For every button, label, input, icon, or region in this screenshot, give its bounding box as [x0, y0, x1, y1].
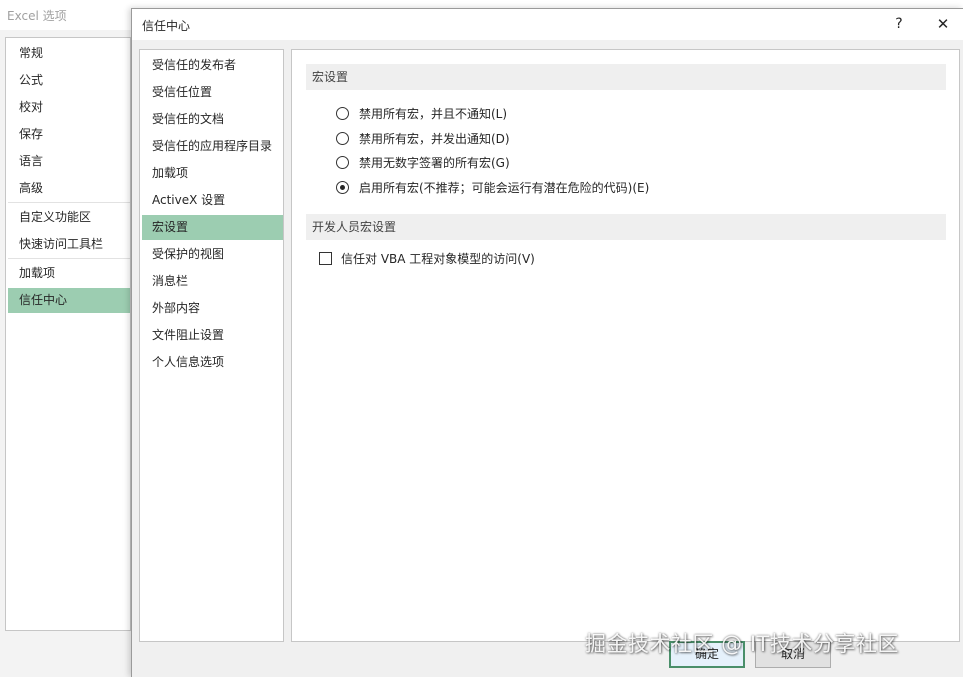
nav-item-file-block-settings[interactable]: 文件阻止设置: [142, 323, 283, 348]
radio-label: 禁用所有宏，并且不通知(L): [359, 106, 508, 121]
trust-vba-access-checkbox[interactable]: [319, 251, 332, 265]
sidebar-item-advanced[interactable]: 高级: [8, 176, 130, 201]
trust-vba-access-option[interactable]: 信任对 VBA 工程对象模型的访问(V): [319, 248, 535, 268]
excel-options-sidebar: 常规 公式 校对 保存 语言 高级 自定义功能区 快速访问工具栏 加载项 信任中…: [5, 37, 131, 631]
nav-item-trusted-publishers[interactable]: 受信任的发布者: [142, 53, 283, 78]
sidebar-item-proofing[interactable]: 校对: [8, 95, 130, 120]
trust-center-nav: 受信任的发布者 受信任位置 受信任的文档 受信任的应用程序目录 加载项 Acti…: [139, 49, 284, 642]
nav-item-activex-settings[interactable]: ActiveX 设置: [142, 188, 283, 213]
nav-item-trusted-app-catalogs[interactable]: 受信任的应用程序目录: [142, 134, 283, 159]
trust-center-dialog: 信任中心 ? ✕ 受信任的发布者 受信任位置 受信任的文档 受信任的应用程序目录…: [131, 8, 963, 677]
nav-item-message-bar[interactable]: 消息栏: [142, 269, 283, 294]
close-icon[interactable]: ✕: [932, 13, 954, 35]
sidebar-item-language[interactable]: 语言: [8, 149, 130, 174]
developer-macro-settings-header: 开发人员宏设置: [306, 214, 946, 240]
dialog-titlebar: 信任中心 ? ✕: [132, 9, 963, 40]
radio-label: 启用所有宏(不推荐；可能会运行有潜在危险的代码)(E): [359, 180, 650, 195]
sidebar-item-trust-center[interactable]: 信任中心: [8, 288, 130, 313]
nav-item-protected-view[interactable]: 受保护的视图: [142, 242, 283, 267]
nav-item-external-content[interactable]: 外部内容: [142, 296, 283, 321]
sidebar-item-addins[interactable]: 加载项: [8, 261, 130, 286]
excel-options-title: Excel 选项: [7, 9, 67, 23]
macro-settings-header: 宏设置: [306, 64, 946, 90]
sidebar-divider: [8, 202, 130, 203]
radio-disable-with-notify[interactable]: 禁用所有宏，并发出通知(D): [336, 128, 510, 148]
sidebar-divider: [8, 258, 130, 259]
nav-item-macro-settings[interactable]: 宏设置: [142, 215, 283, 240]
sidebar-item-general[interactable]: 常规: [8, 41, 130, 66]
trust-vba-access-label: 信任对 VBA 工程对象模型的访问(V): [341, 251, 535, 266]
radio-button[interactable]: [336, 155, 349, 169]
watermark: 掘金技术社区 @ IT技术分享社区: [585, 632, 899, 656]
radio-button-selected[interactable]: [336, 180, 349, 194]
radio-disable-unsigned[interactable]: 禁用无数字签署的所有宏(G): [336, 152, 510, 172]
radio-button[interactable]: [336, 106, 349, 120]
macro-settings-panel: 宏设置 禁用所有宏，并且不通知(L) 禁用所有宏，并发出通知(D) 禁用无数字签…: [291, 49, 960, 642]
nav-item-addins[interactable]: 加载项: [142, 161, 283, 186]
radio-label: 禁用所有宏，并发出通知(D): [359, 131, 510, 146]
sidebar-item-quick-access-toolbar[interactable]: 快速访问工具栏: [8, 232, 130, 257]
radio-disable-no-notify[interactable]: 禁用所有宏，并且不通知(L): [336, 103, 507, 123]
nav-item-trusted-documents[interactable]: 受信任的文档: [142, 107, 283, 132]
dialog-title: 信任中心: [142, 19, 191, 33]
radio-label: 禁用无数字签署的所有宏(G): [359, 155, 510, 170]
help-icon[interactable]: ?: [888, 13, 910, 35]
sidebar-item-save[interactable]: 保存: [8, 122, 130, 147]
nav-item-privacy-options[interactable]: 个人信息选项: [142, 350, 283, 375]
nav-item-trusted-locations[interactable]: 受信任位置: [142, 80, 283, 105]
radio-button[interactable]: [336, 131, 349, 145]
sidebar-item-formulas[interactable]: 公式: [8, 68, 130, 93]
sidebar-item-customize-ribbon[interactable]: 自定义功能区: [8, 205, 130, 230]
radio-enable-all[interactable]: 启用所有宏(不推荐；可能会运行有潜在危险的代码)(E): [336, 177, 649, 197]
